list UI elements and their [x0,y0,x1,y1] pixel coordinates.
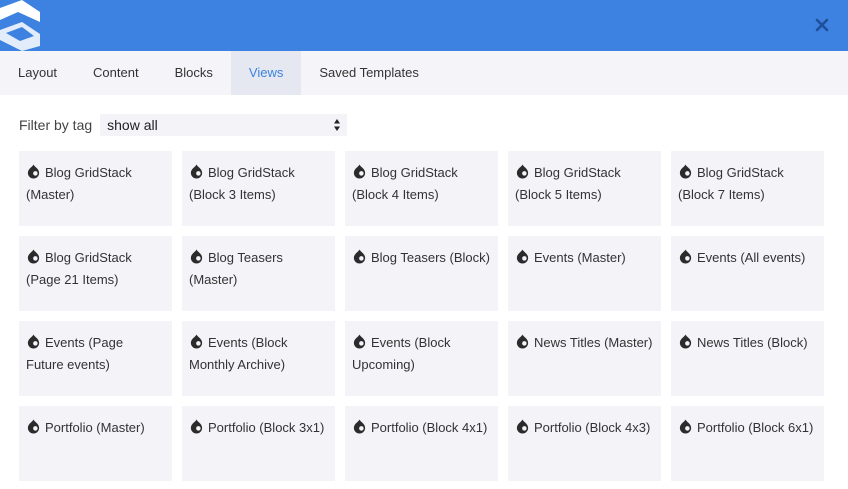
tab-content[interactable]: Content [75,51,157,95]
drupal-icon [353,164,366,179]
drupal-icon [353,249,366,264]
view-card-label: Portfolio (Block 3x1) [208,420,325,435]
view-card[interactable]: Blog GridStack (Block 5 Items) [508,151,661,226]
view-card-label: Blog GridStack (Block 3 Items) [189,165,295,202]
view-card[interactable]: Blog GridStack (Block 3 Items) [182,151,335,226]
drupal-icon [353,419,366,434]
drupal-icon [27,334,40,349]
view-card-label: Blog GridStack (Block 4 Items) [352,165,458,202]
view-card-label: Portfolio (Block 6x1) [697,420,814,435]
drupal-icon [190,419,203,434]
view-card[interactable]: Events (Block Monthly Archive) [182,321,335,396]
view-card-label: News Titles (Block) [697,335,808,350]
tab-views[interactable]: Views [230,51,302,95]
modal-header [0,0,848,51]
view-card[interactable]: Blog GridStack (Page 21 Items) [19,236,172,311]
view-card-label: Blog GridStack (Page 21 Items) [26,250,132,287]
tag-select-value: show all [107,117,158,133]
drupal-icon [516,249,529,264]
view-card[interactable]: Portfolio (Block 3x1) [182,406,335,481]
view-card[interactable]: Portfolio (Block 6x1) [671,406,824,481]
filter-label: Filter by tag [19,117,93,133]
tab-saved-templates[interactable]: Saved Templates [301,51,437,95]
drupal-icon [353,334,366,349]
view-card-label: Events (All events) [697,250,806,265]
drupal-icon [27,164,40,179]
view-card[interactable]: Portfolio (Block 4x1) [345,406,498,481]
drupal-icon [516,334,529,349]
view-card[interactable]: Blog GridStack (Block 7 Items) [671,151,824,226]
drupal-icon [190,334,203,349]
tab-layout[interactable]: Layout [0,51,75,95]
tab-blocks[interactable]: Blocks [157,51,231,95]
logo-icon [0,0,40,51]
view-card[interactable]: Blog GridStack (Block 4 Items) [345,151,498,226]
views-grid: Blog GridStack (Master) Blog GridStack (B… [19,151,824,481]
view-card[interactable]: Events (Block Upcoming) [345,321,498,396]
view-card-label: Portfolio (Master) [45,420,145,435]
tab-bar: Layout Content Blocks Views Saved Templa… [0,51,848,95]
view-card[interactable]: Portfolio (Block 4x3) [508,406,661,481]
drupal-icon [516,164,529,179]
view-card-label: Portfolio (Block 4x1) [371,420,488,435]
view-card[interactable]: Blog Teasers (Master) [182,236,335,311]
view-card[interactable]: Events (Master) [508,236,661,311]
view-card-label: Portfolio (Block 4x3) [534,420,651,435]
view-card-label: Events (Master) [534,250,626,265]
drupal-icon [190,249,203,264]
tag-filter: Filter by tag show all [19,114,348,136]
view-card-label: Blog GridStack (Block 5 Items) [515,165,621,202]
close-icon [815,18,829,32]
drupal-icon [679,334,692,349]
drupal-icon [679,249,692,264]
drupal-icon [190,164,203,179]
view-card[interactable]: Blog Teasers (Block) [345,236,498,311]
drupal-icon [679,164,692,179]
drupal-icon [679,419,692,434]
view-card-label: Blog GridStack (Block 7 Items) [678,165,784,202]
view-card[interactable]: Events (Page Future events) [19,321,172,396]
view-card[interactable]: News Titles (Block) [671,321,824,396]
view-card[interactable]: Portfolio (Master) [19,406,172,481]
view-card[interactable]: Events (All events) [671,236,824,311]
view-card[interactable]: News Titles (Master) [508,321,661,396]
close-button[interactable] [810,13,834,37]
drupal-icon [516,419,529,434]
drupal-icon [27,419,40,434]
view-card[interactable]: Blog GridStack (Master) [19,151,172,226]
drupal-icon [27,249,40,264]
view-card-label: Blog Teasers (Block) [371,250,490,265]
tag-select[interactable]: show all [100,114,348,136]
view-card-label: Blog GridStack (Master) [26,165,132,202]
view-card-label: News Titles (Master) [534,335,653,350]
select-arrows-icon [334,119,341,131]
